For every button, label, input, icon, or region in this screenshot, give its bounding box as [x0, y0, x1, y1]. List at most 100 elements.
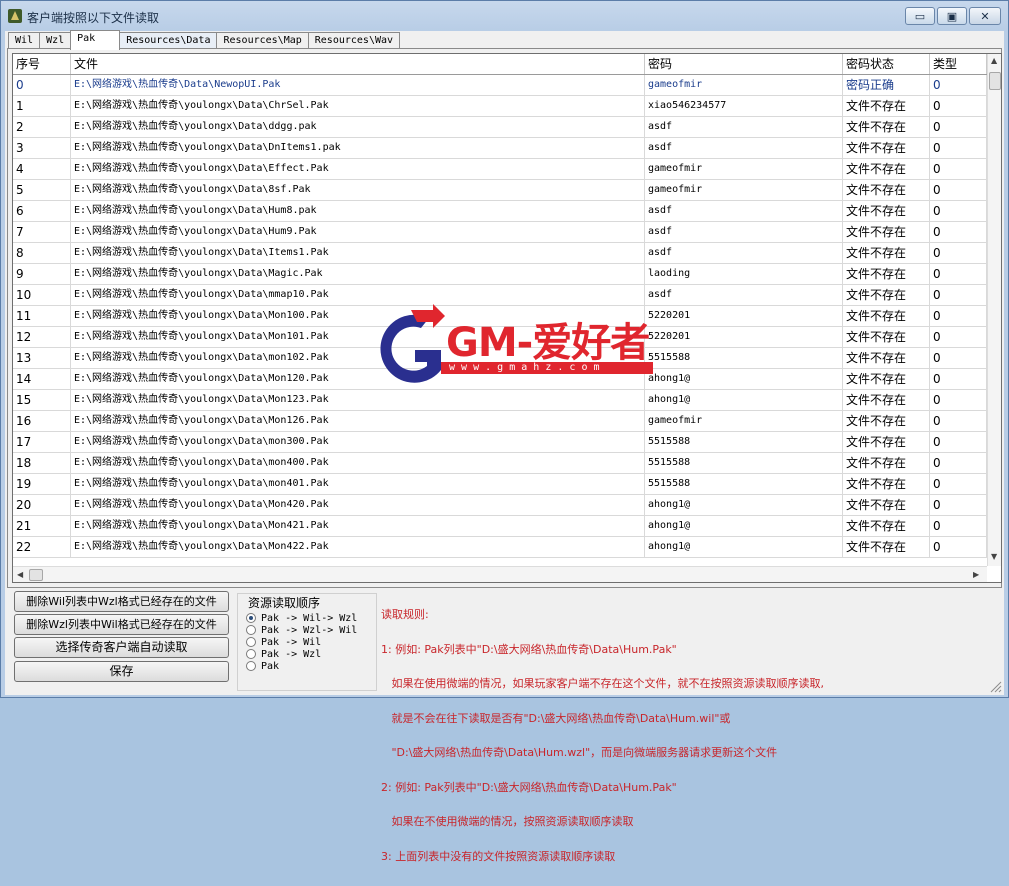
scroll-right-icon[interactable]: ▶: [973, 570, 979, 579]
table-row[interactable]: 5 E:\网络游戏\热血传奇\youlongx\Data\8sf.Pak gameo…: [13, 180, 987, 201]
window-title: 客户端按照以下文件读取: [27, 11, 160, 25]
cell-type: 0: [930, 117, 987, 137]
radio-option[interactable]: Pak -> Wzl: [246, 648, 321, 660]
table-row[interactable]: 19 E:\网络游戏\热血传奇\youlongx\Data\mon401.Pak 5…: [13, 474, 987, 495]
auto-read-client-button[interactable]: 选择传奇客户端自动读取: [14, 637, 229, 658]
tab-wzl[interactable]: Wzl: [39, 32, 72, 49]
save-button[interactable]: 保存: [14, 661, 229, 682]
radio-label: Pak -> Wil-> Wzl: [261, 612, 358, 624]
table-row[interactable]: 0 E:\网络游戏\热血传奇\Data\NewopUI.Pak gameofmir 密…: [13, 75, 987, 96]
cell-password-status: 文件不存在: [843, 411, 930, 431]
cell-password-status: 密码正确: [843, 75, 930, 95]
radio-option[interactable]: Pak -> Wzl-> Wil: [246, 624, 357, 636]
table-row[interactable]: 22 E:\网络游戏\热血传奇\youlongx\Data\Mon422.Pak a…: [13, 537, 987, 558]
scroll-left-icon[interactable]: ◀: [17, 570, 23, 579]
radio-label: Pak -> Wzl-> Wil: [261, 624, 358, 636]
column-header-index[interactable]: 序号: [13, 54, 71, 74]
tab-resources-map[interactable]: Resources\Map: [216, 32, 309, 49]
cell-password: gameofmir: [645, 411, 843, 431]
cell-password-status: 文件不存在: [843, 516, 930, 536]
cell-password: ahong1@: [645, 537, 843, 557]
cell-password: xiao546234577: [645, 96, 843, 116]
cell-password: laoding: [645, 264, 843, 284]
cell-type: 0: [930, 180, 987, 200]
tab-wil[interactable]: Wil: [8, 32, 41, 49]
table-row[interactable]: 1 E:\网络游戏\热血传奇\youlongx\Data\ChrSel.Pak xi…: [13, 96, 987, 117]
tab-resources-wav[interactable]: Resources\Wav: [307, 32, 401, 49]
cell-password-status: 文件不存在: [843, 138, 930, 158]
table-row[interactable]: 18 E:\网络游戏\热血传奇\youlongx\Data\mon400.Pak 5…: [13, 453, 987, 474]
tab-pak[interactable]: Pak: [70, 30, 121, 50]
column-header-password[interactable]: 密码: [645, 54, 843, 74]
cell-password-status: 文件不存在: [843, 348, 930, 368]
cell-password: 5515588: [645, 474, 843, 494]
table-row[interactable]: 10 E:\网络游戏\热血传奇\youlongx\Data\mmap10.Pak a…: [13, 285, 987, 306]
cell-type: 0: [930, 306, 987, 326]
cell-password: asdf: [645, 201, 843, 221]
cell-index: 0: [13, 75, 71, 95]
table-row[interactable]: 9 E:\网络游戏\热血传奇\youlongx\Data\Magic.Pak lao…: [13, 264, 987, 285]
cell-type: 0: [930, 96, 987, 116]
cell-index: 15: [13, 390, 71, 410]
resize-grip-icon[interactable]: [988, 679, 1002, 693]
column-header-password-status[interactable]: 密码状态: [843, 54, 930, 74]
minimize-button[interactable]: ▭: [905, 7, 935, 25]
scroll-down-icon[interactable]: ▼: [991, 552, 997, 561]
cell-file: E:\网络游戏\热血传奇\youlongx\Data\Mon421.Pak: [71, 516, 645, 536]
cell-index: 11: [13, 306, 71, 326]
close-button[interactable]: ✕: [969, 7, 1001, 25]
vertical-scroll-thumb[interactable]: [989, 72, 1001, 90]
cell-index: 7: [13, 222, 71, 242]
cell-file: E:\网络游戏\热血传奇\youlongx\Data\DnItems1.pak: [71, 138, 645, 158]
cell-file: E:\网络游戏\热血传奇\youlongx\Data\Mon420.Pak: [71, 495, 645, 515]
horizontal-scroll-thumb[interactable]: [29, 569, 43, 581]
title-bar[interactable]: 客户端按照以下文件读取 ▭ ▣ ✕: [1, 1, 1008, 29]
cell-password: 5515588: [645, 432, 843, 452]
column-header-file[interactable]: 文件: [71, 54, 645, 74]
maximize-button[interactable]: ▣: [937, 7, 967, 25]
cell-password-status: 文件不存在: [843, 432, 930, 452]
rules-line: 如果在不使用微端的情况，按照资源读取顺序读取: [381, 815, 634, 828]
table-row[interactable]: 21 E:\网络游戏\热血传奇\youlongx\Data\Mon421.Pak a…: [13, 516, 987, 537]
tab-resources-data[interactable]: Resources\Data: [119, 32, 218, 49]
radio-option[interactable]: Pak -> Wil-> Wzl: [246, 612, 357, 624]
file-table[interactable]: 序号 文件 密码 密码状态 类型 0 E:\网络游戏\热血传奇\Data\Newo…: [12, 53, 1002, 583]
delete-wzl-duplicates-button[interactable]: 删除Wzl列表中Wil格式已经存在的文件: [14, 614, 229, 635]
cell-file: E:\网络游戏\热血传奇\youlongx\Data\Hum9.Pak: [71, 222, 645, 242]
horizontal-scrollbar[interactable]: ◀ ▶: [13, 566, 987, 582]
close-icon: ✕: [980, 9, 990, 23]
table-row[interactable]: 16 E:\网络游戏\热血传奇\youlongx\Data\Mon126.Pak g…: [13, 411, 987, 432]
scroll-up-icon[interactable]: ▲: [991, 56, 997, 65]
radio-label: Pak: [261, 660, 280, 672]
cell-type: 0: [930, 243, 987, 263]
table-row[interactable]: 3 E:\网络游戏\热血传奇\youlongx\Data\DnItems1.pak…: [13, 138, 987, 159]
main-window: 客户端按照以下文件读取 ▭ ▣ ✕ Wil Wzl Pak Resources\…: [0, 0, 1009, 862]
vertical-scrollbar[interactable]: ▲ ▼: [987, 54, 1001, 566]
table-row[interactable]: 2 E:\网络游戏\热血传奇\youlongx\Data\ddgg.pak asdf…: [13, 117, 987, 138]
tab-page-pak: 序号 文件 密码 密码状态 类型 0 E:\网络游戏\热血传奇\Data\Newo…: [7, 48, 1002, 588]
cell-type: 0: [930, 159, 987, 179]
table-row[interactable]: 20 E:\网络游戏\热血传奇\youlongx\Data\Mon420.Pak a…: [13, 495, 987, 516]
radio-option[interactable]: Pak: [246, 660, 279, 672]
radio-unchecked-icon: [246, 625, 256, 635]
cell-index: 21: [13, 516, 71, 536]
table-row[interactable]: 8 E:\网络游戏\热血传奇\youlongx\Data\Items1.Pak as…: [13, 243, 987, 264]
cell-type: 0: [930, 390, 987, 410]
cell-password: ahong1@: [645, 390, 843, 410]
cell-password-status: 文件不存在: [843, 369, 930, 389]
table-row[interactable]: 7 E:\网络游戏\热血传奇\youlongx\Data\Hum9.Pak asdf…: [13, 222, 987, 243]
cell-password: 5220201: [645, 306, 843, 326]
cell-type: 0: [930, 285, 987, 305]
table-row[interactable]: 4 E:\网络游戏\热血传奇\youlongx\Data\Effect.Pak ga…: [13, 159, 987, 180]
cell-password-status: 文件不存在: [843, 243, 930, 263]
table-row[interactable]: 17 E:\网络游戏\热血传奇\youlongx\Data\mon300.Pak 5…: [13, 432, 987, 453]
rules-line: 如果在使用微端的情况，如果玩家客户端不存在这个文件，就不在按照资源读取顺序读取,: [381, 677, 824, 690]
cell-password: asdf: [645, 222, 843, 242]
table-row[interactable]: 6 E:\网络游戏\热血传奇\youlongx\Data\Hum8.pak asdf…: [13, 201, 987, 222]
column-header-type[interactable]: 类型: [930, 54, 987, 74]
cell-type: 0: [930, 537, 987, 557]
cell-index: 20: [13, 495, 71, 515]
radio-option[interactable]: Pak -> Wil: [246, 636, 321, 648]
cell-file: E:\网络游戏\热血传奇\youlongx\Data\mmap10.Pak: [71, 285, 645, 305]
delete-wil-duplicates-button[interactable]: 删除Wil列表中Wzl格式已经存在的文件: [14, 591, 229, 612]
